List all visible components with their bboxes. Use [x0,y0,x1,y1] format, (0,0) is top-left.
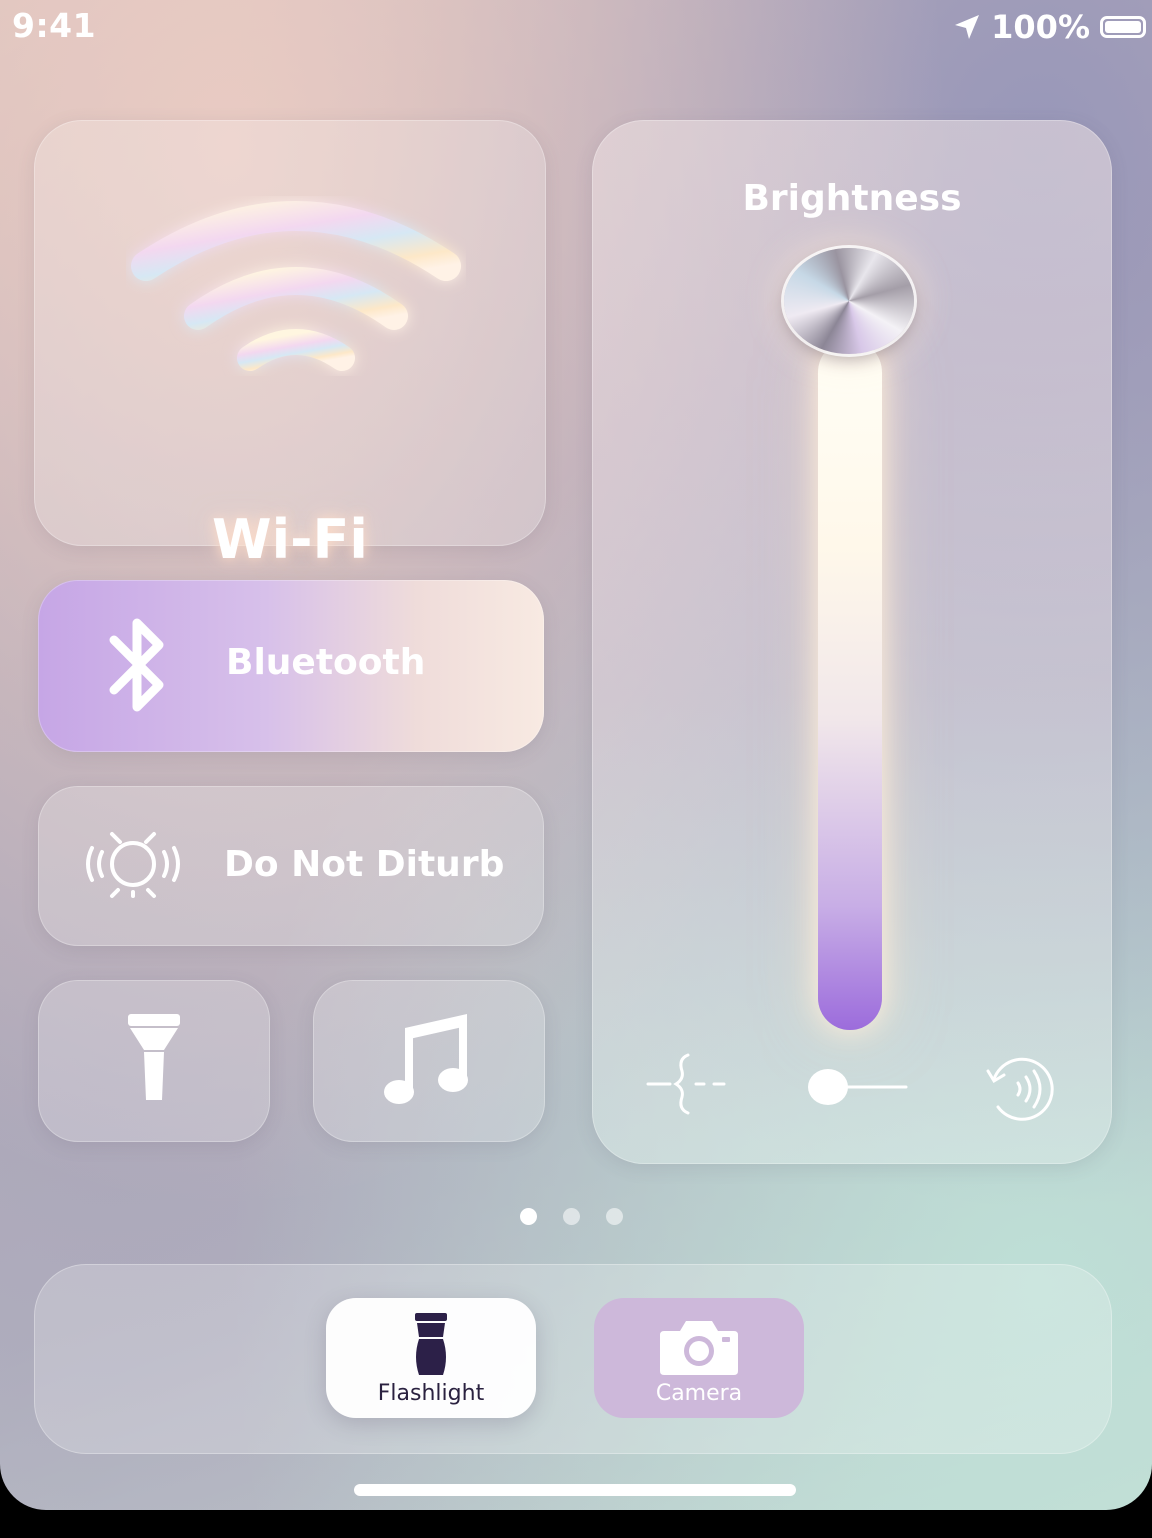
bluetooth-tile[interactable]: Bluetooth [38,580,544,752]
status-right: 100% [953,8,1146,46]
brightness-slider-track[interactable] [818,340,882,1030]
camera-button[interactable]: Camera [594,1298,804,1418]
wifi-label: Wi-Fi [212,508,368,571]
camera-label: Camera [655,1381,743,1406]
flashlight-button[interactable]: Flashlight [326,1298,536,1418]
connector-icon[interactable] [642,1049,732,1119]
rotate-sound-icon[interactable] [980,1049,1060,1129]
page-dot-3[interactable] [606,1208,623,1225]
bluetooth-icon [109,618,164,712]
alarm-ring-icon [86,832,180,898]
music-note-icon [384,1014,468,1104]
dock: Flashlight Camera [34,1264,1112,1454]
status-time: 9:41 [12,6,97,45]
flashlight-label: Flashlight [377,1381,485,1406]
flashlight-icon [128,1014,180,1100]
music-tile[interactable] [313,980,545,1142]
bluetooth-label: Bluetooth [226,642,426,683]
page-dot-2[interactable] [563,1208,580,1225]
wifi-icon [131,201,461,371]
home-indicator[interactable] [354,1484,796,1496]
flashlight-icon [415,1313,447,1375]
brightness-tile: Brightness [592,120,1112,1164]
page-dots [520,1208,623,1225]
brightness-slider-knob[interactable] [784,248,914,354]
battery-icon [1100,16,1146,38]
brightness-bottom-icons [592,1045,1112,1125]
flashlight-tile[interactable] [38,980,270,1142]
toggle-slider-icon[interactable] [802,1057,912,1117]
page-dot-1[interactable] [520,1208,537,1225]
brightness-label: Brightness [742,178,962,219]
wifi-tile[interactable]: Wi-Fi [34,120,546,571]
battery-percent: 100% [991,8,1090,46]
do-not-disturb-tile[interactable]: Do Not Diturb [38,786,544,946]
camera-icon [660,1321,738,1375]
location-arrow-icon [955,15,980,39]
control-center-screen: 9:41 100% Wi-Fi Bluetooth Do Not Diturb … [0,0,1152,1510]
do-not-disturb-label: Do Not Diturb [224,844,505,885]
